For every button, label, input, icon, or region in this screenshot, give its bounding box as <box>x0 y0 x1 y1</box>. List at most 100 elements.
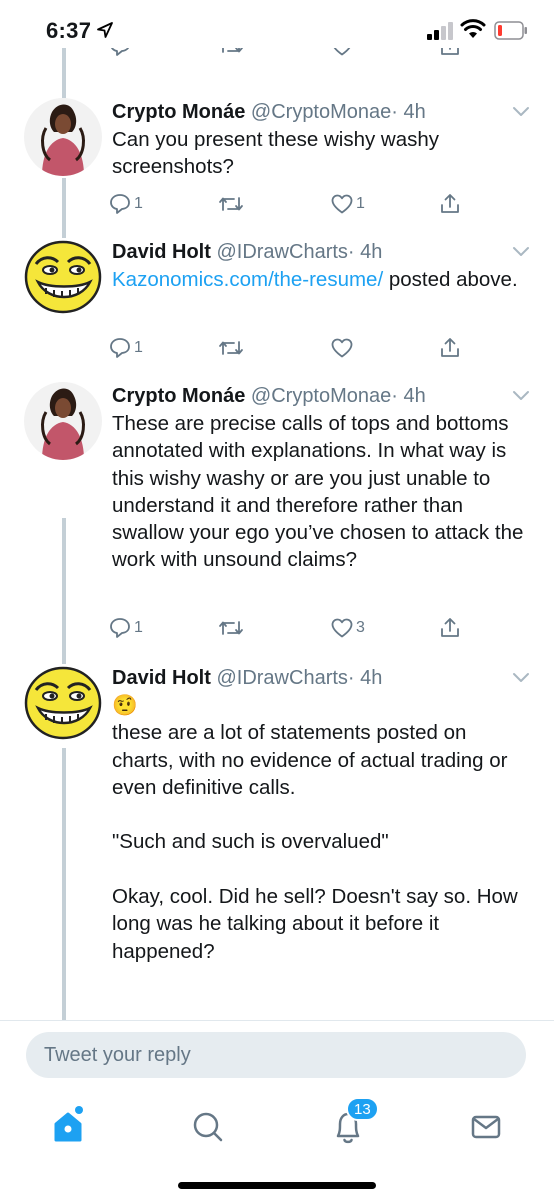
conversation-feed[interactable]: Crypto Monáe @CryptoMonae· 4h Can you pr… <box>0 48 554 1020</box>
tweet-body: David Holt @IDrawCharts· 4h 🤨 these are … <box>112 664 524 965</box>
reply-icon <box>110 194 130 214</box>
avatar-david-holt[interactable] <box>24 664 102 742</box>
share-icon <box>441 48 459 55</box>
retweet-button[interactable] <box>218 614 244 642</box>
author-handle[interactable]: @IDrawCharts <box>216 667 347 689</box>
tweet-time: · 4h <box>391 101 426 123</box>
retweet-button[interactable] <box>218 48 244 60</box>
reply-bar: Tweet your reply <box>0 1020 554 1090</box>
share-button[interactable] <box>438 334 462 362</box>
author-handle[interactable]: @IDrawCharts <box>216 241 347 263</box>
avatar-crypto-monae[interactable] <box>24 382 102 460</box>
reply-button[interactable] <box>108 48 132 60</box>
tweet-body: Crypto Monáe @CryptoMonae· 4h These are … <box>112 382 524 574</box>
tweet-time: · 4h <box>347 667 383 689</box>
tab-messages[interactable] <box>456 1102 516 1152</box>
tweet-text: these are a lot of statements posted on … <box>112 721 518 963</box>
status-time: 6:37 <box>46 18 92 43</box>
reply-count: 1 <box>134 195 143 212</box>
tweet-header: Crypto Monáe @CryptoMonae· 4h <box>112 98 524 126</box>
troll-face-avatar-image <box>24 664 102 742</box>
previous-tweet-actions <box>108 48 528 60</box>
retweet-icon <box>219 197 243 211</box>
author-name[interactable]: Crypto Monáe <box>112 385 245 407</box>
tweet-text: These are precise calls of tops and bott… <box>112 412 524 572</box>
tweet-header: David Holt @IDrawCharts· 4h <box>112 664 524 692</box>
share-icon <box>441 618 459 637</box>
cellular-signal-icon <box>427 22 453 40</box>
tweet-header: David Holt @IDrawCharts· 4h <box>112 238 524 266</box>
tweet-header: Crypto Monáe @CryptoMonae· 4h <box>112 382 524 410</box>
chevron-down-icon[interactable] <box>512 106 530 118</box>
like-button[interactable] <box>330 48 354 60</box>
retweet-button[interactable] <box>218 334 244 362</box>
heart-icon <box>333 48 351 56</box>
like-count: 3 <box>356 619 365 636</box>
author-handle[interactable]: @CryptoMonae <box>251 385 391 407</box>
reply-button[interactable]: 1 <box>108 190 143 218</box>
reply-button[interactable]: 1 <box>108 614 143 642</box>
home-icon <box>54 1106 83 1142</box>
avatar-image <box>24 382 102 460</box>
reply-count: 1 <box>134 339 143 356</box>
wifi-icon <box>460 19 486 38</box>
tweet-time: · 4h <box>391 385 426 407</box>
chevron-down-icon[interactable] <box>512 246 530 258</box>
tweet-text: Kazonomics.com/the-resume/ posted above. <box>112 266 524 293</box>
tweet[interactable]: David Holt @IDrawCharts· 4h Kazonomics.c… <box>0 238 554 378</box>
reply-icon <box>110 48 129 56</box>
tweet-text: Can you present these wishy washy screen… <box>112 128 440 179</box>
reply-icon <box>110 618 130 638</box>
home-indicator[interactable] <box>178 1182 376 1189</box>
thread-line <box>62 48 66 104</box>
reply-count: 1 <box>134 619 143 636</box>
retweet-button[interactable] <box>218 190 244 218</box>
share-icon <box>441 194 459 213</box>
tab-home[interactable] <box>38 1102 98 1152</box>
author-name[interactable]: David Holt <box>112 667 211 689</box>
chevron-down-icon[interactable] <box>512 390 530 402</box>
tweet-actions: 1 3 <box>108 614 528 642</box>
troll-face-avatar-image <box>24 238 102 316</box>
author-name[interactable]: David Holt <box>112 241 211 263</box>
tweet[interactable]: Crypto Monáe @CryptoMonae· 4h These are … <box>0 382 554 648</box>
tweet-emoji: 🤨 <box>112 693 138 717</box>
author-handle[interactable]: @CryptoMonae <box>251 101 391 123</box>
chevron-down-icon[interactable] <box>512 672 530 684</box>
author-name[interactable]: Crypto Monáe <box>112 101 245 123</box>
like-button[interactable] <box>330 334 354 362</box>
retweet-icon <box>219 341 243 355</box>
share-icon <box>441 338 459 357</box>
tweet-reply-input[interactable]: Tweet your reply <box>26 1032 526 1078</box>
heart-icon <box>331 194 353 214</box>
tweet-time: · 4h <box>347 241 383 263</box>
share-button[interactable] <box>438 190 462 218</box>
like-button[interactable]: 1 <box>330 190 365 218</box>
avatar-image <box>24 98 102 176</box>
tab-search[interactable] <box>178 1102 238 1152</box>
like-button[interactable]: 3 <box>330 614 365 642</box>
battery-low-icon <box>494 21 527 40</box>
avatar-crypto-monae[interactable] <box>24 98 102 176</box>
reply-icon <box>110 338 130 358</box>
retweet-icon <box>219 621 243 635</box>
search-icon <box>193 1112 223 1142</box>
messages-icon <box>471 1115 501 1139</box>
retweet-icon <box>222 48 243 53</box>
tweet-text-rest: posted above. <box>383 268 518 291</box>
notification-count-badge: 13 <box>346 1097 379 1121</box>
tweet-body: Crypto Monáe @CryptoMonae· 4h Can you pr… <box>112 98 524 181</box>
location-arrow-icon <box>97 22 113 38</box>
tweet-actions: 1 <box>108 334 528 362</box>
like-count: 1 <box>356 195 365 212</box>
reply-button[interactable]: 1 <box>108 334 143 362</box>
avatar-david-holt[interactable] <box>24 238 102 316</box>
heart-icon <box>331 338 353 358</box>
tweet[interactable]: David Holt @IDrawCharts· 4h 🤨 these are … <box>0 664 554 1014</box>
tweet-link[interactable]: Kazonomics.com/the-resume/ <box>112 268 383 291</box>
share-button[interactable] <box>438 614 462 642</box>
tweet[interactable]: Crypto Monáe @CryptoMonae· 4h Can you pr… <box>0 98 554 223</box>
share-button[interactable] <box>438 48 462 60</box>
tweet-actions: 1 1 <box>108 190 528 218</box>
tweet-body: David Holt @IDrawCharts· 4h Kazonomics.c… <box>112 238 524 293</box>
